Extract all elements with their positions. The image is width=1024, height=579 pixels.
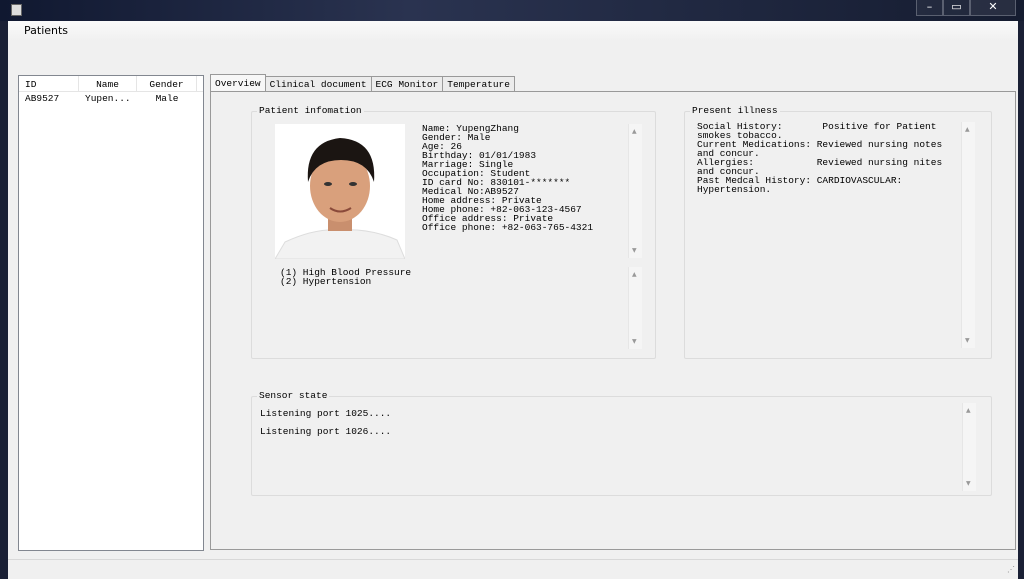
- patient-info-title: Patient infomation: [257, 105, 364, 116]
- main-window: Patients ID Name Gender AB9527 Yupen... …: [8, 21, 1018, 579]
- present-illness-text: Social History: Positive for Patient smo…: [697, 121, 943, 195]
- sensor-log-line: Listening port 1026....: [260, 426, 392, 437]
- sensor-state-title: Sensor state: [257, 390, 330, 401]
- title-bar: – ▭ ✕: [0, 0, 1024, 21]
- conditions-scrollbar[interactable]: ▲ ▼: [628, 267, 642, 349]
- close-button[interactable]: ✕: [970, 0, 1016, 16]
- column-id[interactable]: ID: [19, 76, 79, 91]
- minimize-button[interactable]: –: [916, 0, 943, 16]
- conditions-text: (1) High Blood Pressure (2) Hypertension: [280, 267, 412, 287]
- tab-clinical-document[interactable]: Clinical document: [264, 76, 372, 91]
- column-gender[interactable]: Gender: [137, 76, 197, 91]
- details-scrollbar[interactable]: ▲ ▼: [628, 124, 642, 258]
- conditions-list[interactable]: (1) High Blood Pressure (2) Hypertension: [280, 268, 620, 348]
- patient-details[interactable]: Name: YupengZhang Gender: Male Age: 26 B…: [422, 124, 642, 258]
- cell-name: Yupen...: [85, 93, 131, 104]
- sensor-log[interactable]: Listening port 1025.... Listening port 1…: [260, 407, 960, 489]
- tab-temperature[interactable]: Temperature: [442, 76, 515, 91]
- tab-ecg-monitor[interactable]: ECG Monitor: [370, 76, 444, 91]
- present-illness-title: Present illness: [690, 105, 780, 116]
- patient-info-group: Patient infomation Name: YupengZhang Gen…: [251, 106, 656, 359]
- menu-patients[interactable]: Patients: [24, 24, 68, 37]
- status-bar: ⋰: [8, 559, 1018, 575]
- tab-bar: Overview Clinical document ECG Monitor T…: [210, 74, 515, 91]
- present-illness-group: Present illness Social History: Positive…: [684, 106, 992, 359]
- table-row[interactable]: AB9527 Yupen... Male: [19, 92, 203, 105]
- cell-gender: Male: [155, 93, 179, 104]
- column-name[interactable]: Name: [79, 76, 137, 91]
- cell-id: AB9527: [25, 93, 60, 104]
- list-header: ID Name Gender: [19, 76, 203, 92]
- sensor-log-line: Listening port 1025....: [260, 408, 392, 419]
- app-icon: [11, 4, 22, 16]
- menu-bar: Patients: [8, 21, 1018, 41]
- present-illness-text-box[interactable]: Social History: Positive for Patient smo…: [697, 122, 959, 348]
- illness-scrollbar[interactable]: ▲ ▼: [961, 122, 975, 348]
- patient-list[interactable]: ID Name Gender AB9527 Yupen... Male: [18, 75, 204, 551]
- patient-photo: [275, 124, 405, 259]
- tab-overview[interactable]: Overview: [210, 74, 266, 91]
- sensor-state-group: Sensor state Listening port 1025.... Lis…: [251, 391, 992, 496]
- resize-grip-icon[interactable]: ⋰: [1007, 565, 1015, 574]
- sensor-scrollbar[interactable]: ▲ ▼: [962, 403, 976, 491]
- overview-panel: Patient infomation Name: YupengZhang Gen…: [210, 91, 1016, 550]
- patient-details-text: Name: YupengZhang Gender: Male Age: 26 B…: [422, 123, 594, 233]
- maximize-button[interactable]: ▭: [943, 0, 970, 16]
